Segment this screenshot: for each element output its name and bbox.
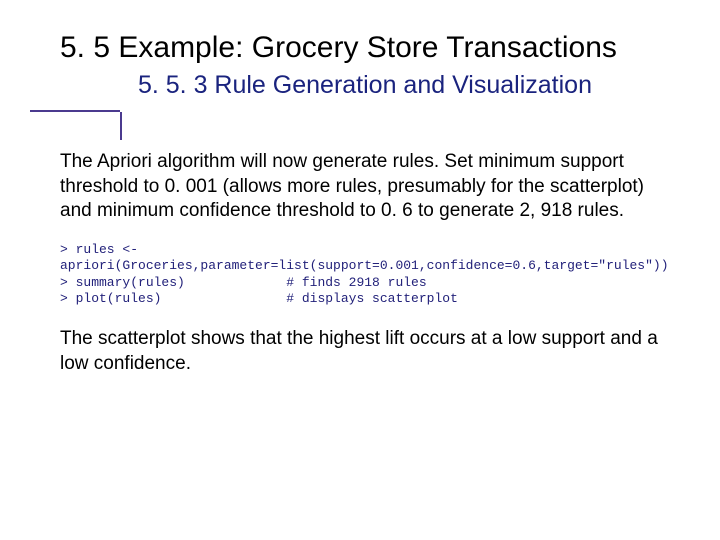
slide-title: 5. 5 Example: Grocery Store Transactions (60, 30, 660, 66)
title-block: 5. 5 Example: Grocery Store Transactions… (60, 30, 660, 100)
title-underline-horizontal (30, 110, 120, 112)
title-underline-vertical (120, 112, 122, 140)
body-paragraph-2: The scatterplot shows that the highest l… (60, 327, 660, 376)
code-block: > rules <- apriori(Groceries,parameter=l… (60, 242, 660, 307)
slide: 5. 5 Example: Grocery Store Transactions… (0, 0, 720, 540)
body-paragraph-1: The Apriori algorithm will now generate … (60, 150, 660, 224)
slide-subtitle: 5. 5. 3 Rule Generation and Visualizatio… (60, 70, 660, 100)
